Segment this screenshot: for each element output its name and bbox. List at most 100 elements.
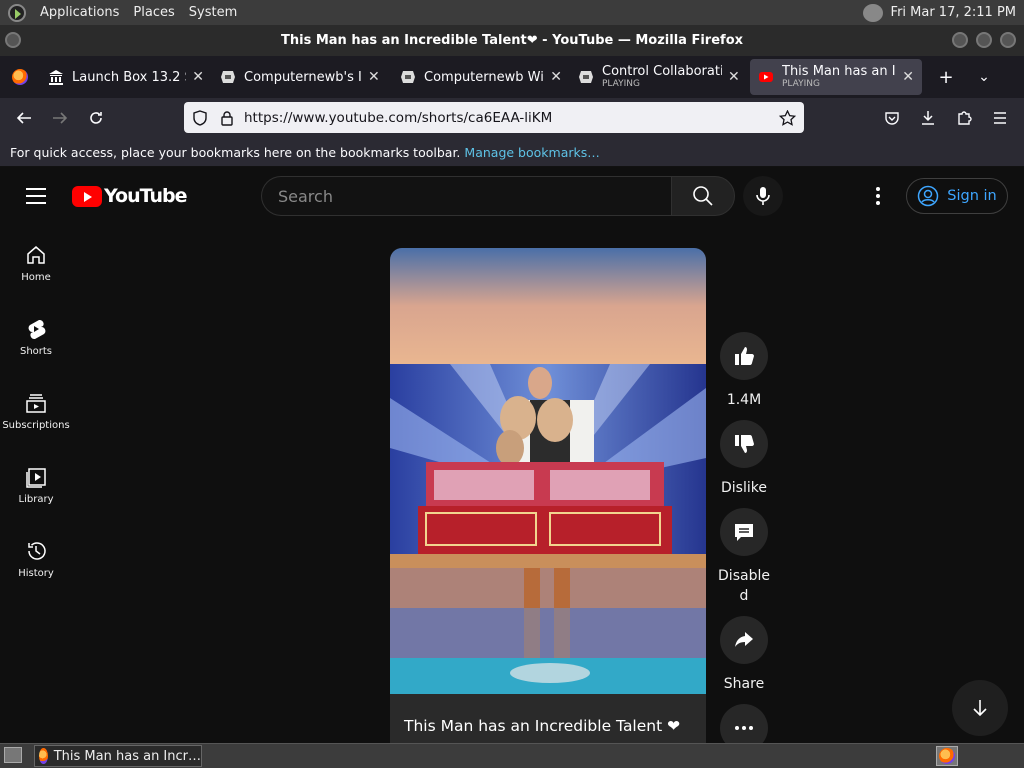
pocket-button[interactable]: [874, 102, 910, 134]
share-button[interactable]: Share: [720, 616, 768, 694]
list-all-tabs-icon[interactable]: ⌄: [966, 61, 1002, 93]
extensions-button[interactable]: [946, 102, 982, 134]
hamburger-menu-icon: [994, 112, 1006, 124]
system-top-panel: Applications Places System Fri Mar 17, 2…: [0, 0, 1024, 25]
youtube-page: YouTube Search Sign in Home Shorts Subsc…: [0, 168, 1024, 752]
app-menu-button[interactable]: [982, 102, 1018, 134]
firefox-icon: [12, 69, 28, 85]
server-icon: [579, 71, 593, 83]
sign-in-button[interactable]: Sign in: [906, 178, 1008, 214]
sidebar-item-subscriptions[interactable]: Subscriptions: [0, 392, 72, 431]
sidebar-item-home[interactable]: Home: [0, 244, 72, 283]
shorts-icon: [28, 319, 46, 340]
bank-icon: [49, 70, 63, 85]
tab-launchbox[interactable]: Launch Box 13.2 Setu ✕: [40, 59, 212, 95]
bookmarks-toolbar: For quick access, place your bookmarks h…: [0, 138, 1024, 167]
minimize-button[interactable]: [952, 32, 968, 48]
window-title: This Man has an Incredible Talent❤ - You…: [280, 33, 744, 48]
clock[interactable]: Fri Mar 17, 2:11 PM: [891, 5, 1016, 20]
applications-menu[interactable]: Applications: [40, 5, 119, 20]
close-tab-icon[interactable]: ✕: [902, 69, 914, 85]
navigation-toolbar: https://www.youtube.com/shorts/ca6EAA-li…: [0, 98, 1024, 138]
shield-icon[interactable]: [192, 109, 208, 126]
share-label: Share: [723, 676, 765, 692]
tab-computernewb-int[interactable]: Computernewb's Int ✕: [212, 59, 392, 95]
new-tab-button[interactable]: +: [928, 61, 964, 93]
reload-button[interactable]: [78, 102, 114, 134]
search-button[interactable]: [671, 176, 735, 216]
taskbar-firefox-window[interactable]: This Man has an Incr…: [34, 745, 202, 767]
next-video-button[interactable]: [952, 680, 1008, 736]
arrow-right-icon: [53, 112, 68, 124]
bookmarks-hint: For quick access, place your bookmarks h…: [10, 144, 461, 160]
close-tab-icon[interactable]: ✕: [368, 69, 380, 85]
tab-control-collaborative[interactable]: Control Collaborativ PLAYING ✕: [570, 59, 750, 95]
back-button[interactable]: [6, 102, 42, 134]
like-button[interactable]: 1.4M: [720, 332, 768, 410]
close-tab-icon[interactable]: ✕: [728, 69, 740, 85]
youtube-play-icon: [72, 185, 102, 207]
reload-icon: [90, 112, 102, 124]
like-count: 1.4M: [726, 392, 762, 408]
youtube-masthead: YouTube Search Sign in: [0, 168, 1024, 224]
tab-playing-label: PLAYING: [782, 79, 820, 89]
workspace-switcher[interactable]: [936, 746, 958, 766]
video-title[interactable]: This Man has an Incredible Talent ❤: [404, 717, 680, 735]
tab-youtube-active[interactable]: This Man has an Incre PLAYING ✕: [750, 59, 922, 95]
voice-search-button[interactable]: [743, 176, 783, 216]
star-bookmark-icon[interactable]: [779, 109, 796, 126]
share-icon: [735, 632, 753, 647]
thumbs-up-icon: [735, 347, 754, 365]
search-icon: [693, 186, 713, 206]
close-tab-icon[interactable]: ✕: [192, 69, 204, 85]
library-icon: [26, 468, 46, 488]
microphone-icon: [756, 187, 770, 205]
downloads-button[interactable]: [910, 102, 946, 134]
more-horizontal-icon: [735, 726, 753, 730]
system-menu[interactable]: System: [189, 5, 237, 20]
youtube-logo[interactable]: YouTube: [72, 185, 187, 207]
close-window-button[interactable]: [1000, 32, 1016, 48]
firefox-icon: [939, 748, 955, 764]
show-desktop-icon[interactable]: [4, 747, 22, 763]
close-tab-icon[interactable]: ✕: [550, 69, 562, 85]
firefox-view-button[interactable]: [0, 69, 40, 85]
puzzle-icon: [958, 111, 972, 125]
download-icon: [922, 111, 934, 125]
comments-button[interactable]: Disable d: [718, 508, 770, 606]
volume-icon[interactable]: [862, 3, 883, 22]
pocket-icon: [885, 112, 899, 125]
url-text[interactable]: https://www.youtube.com/shorts/ca6EAA-li…: [244, 110, 552, 126]
shorts-video-player[interactable]: [390, 248, 706, 743]
dislike-button[interactable]: Dislike: [720, 420, 768, 498]
comment-icon: [735, 524, 753, 541]
home-icon: [27, 246, 45, 264]
account-circle-icon: [918, 185, 939, 207]
settings-more-icon[interactable]: [870, 184, 886, 208]
arrow-down-icon: [973, 700, 987, 717]
sidebar-item-shorts[interactable]: Shorts: [0, 318, 72, 357]
guide-menu-icon[interactable]: [26, 188, 46, 204]
forward-button[interactable]: [42, 102, 78, 134]
tab-computernewb-wiki[interactable]: Computernewb Wiki ✕: [392, 59, 570, 95]
search-input[interactable]: Search: [261, 176, 671, 216]
server-icon: [401, 71, 415, 83]
server-icon: [221, 71, 235, 83]
maximize-button[interactable]: [976, 32, 992, 48]
thumbs-down-icon: [735, 435, 754, 453]
sidebar-item-library[interactable]: Library: [0, 466, 72, 505]
url-bar[interactable]: https://www.youtube.com/shorts/ca6EAA-li…: [184, 102, 804, 133]
tab-strip: Launch Box 13.2 Setu ✕ Computernewb's In…: [0, 56, 1024, 98]
arrow-left-icon: [16, 112, 31, 124]
gnome-logo-icon[interactable]: [8, 3, 26, 22]
video-frame: [390, 248, 706, 743]
history-icon: [28, 542, 46, 560]
subscriptions-icon: [26, 394, 46, 413]
sidebar-item-history[interactable]: History: [0, 540, 72, 579]
manage-bookmarks-link[interactable]: Manage bookmarks…: [464, 145, 599, 160]
places-menu[interactable]: Places: [133, 5, 174, 20]
bottom-taskbar: This Man has an Incr…: [0, 743, 1024, 768]
lock-icon[interactable]: [220, 110, 234, 126]
window-titlebar: This Man has an Incredible Talent❤ - You…: [0, 25, 1024, 56]
window-menu-button[interactable]: [5, 32, 21, 48]
